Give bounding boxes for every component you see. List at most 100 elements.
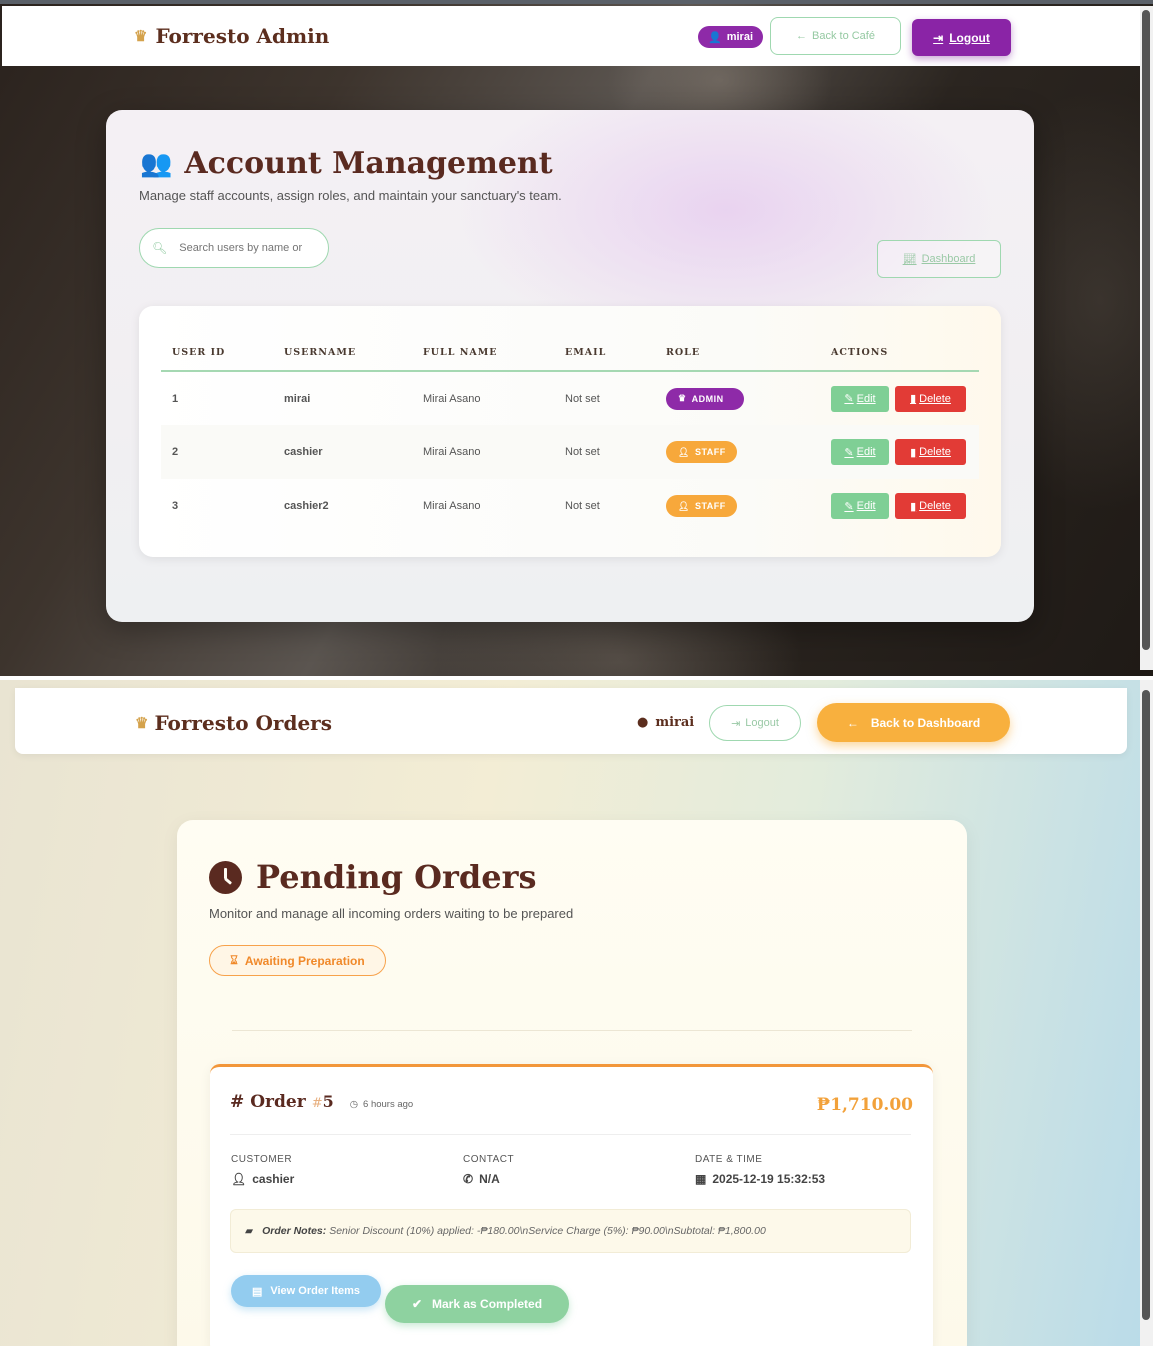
current-user-name: mirai (655, 715, 695, 730)
role-badge-staff: 👤︎ STAFF (666, 495, 737, 517)
role-badge-admin: ♛ ADMIN (666, 387, 744, 410)
col-role: ROLE (655, 334, 820, 372)
edit-icon: ✎ (844, 446, 854, 459)
table-header-row: USER ID USERNAME FULL NAME EMAIL ROLE AC… (161, 334, 979, 372)
order-header: # Order #5 ◷ 6 hours ago (230, 1092, 413, 1112)
orders-window: ♛ Forresto Orders ● mirai ⇥ Logout ← Bac… (0, 680, 1153, 1346)
role-label: ADMIN (691, 393, 724, 404)
cell-role: 👤︎ STAFF (655, 479, 820, 533)
user-icon: 👤︎ (678, 446, 690, 457)
brand-name: Forresto Admin (155, 24, 330, 48)
account-management-card: 👥 Account Management Manage staff accoun… (106, 110, 1034, 622)
order-age-label: 6 hours ago (363, 1099, 414, 1110)
datetime-label: DATE & TIME (695, 1154, 763, 1165)
edit-icon: ✎ (844, 500, 854, 513)
col-full-name: FULL NAME (412, 334, 554, 372)
logout-icon: ⇥ (933, 30, 944, 45)
scrollbar-thumb[interactable] (1142, 10, 1150, 650)
user-pill[interactable]: 👤 mirai (698, 26, 763, 48)
order-notes: ▰ Order Notes: Senior Discount (10%) app… (230, 1209, 911, 1253)
cell-full-name: Mirai Asano (412, 425, 554, 479)
clock-icon: ◷ (349, 1099, 359, 1110)
page-title-text: Pending Orders (256, 858, 537, 896)
order-number-value: 5 (322, 1092, 334, 1111)
chart-line-icon: 📈︎ (902, 253, 917, 266)
view-order-items-button[interactable]: ▤ View Order Items (231, 1275, 381, 1307)
users-table: USER ID USERNAME FULL NAME EMAIL ROLE AC… (161, 334, 979, 533)
order-number: #5 (311, 1092, 334, 1111)
admin-brand[interactable]: ♛ Forresto Admin (134, 24, 329, 48)
order-title: Order (250, 1092, 306, 1112)
edit-button[interactable]: ✎ Edit (831, 439, 889, 465)
order-total: ₱1,710.00 (816, 1095, 913, 1115)
mark-completed-button[interactable]: ✔ Mark as Completed (385, 1285, 569, 1323)
cell-username: cashier (273, 425, 412, 479)
delete-button[interactable]: ▮ Delete (895, 493, 966, 519)
order-notes-label: Order Notes: (262, 1225, 327, 1237)
hourglass-icon: ⌛︎ (230, 953, 238, 967)
edit-button[interactable]: ✎ Edit (831, 385, 889, 412)
delete-label: Delete (919, 500, 951, 512)
order-notes-text: Senior Discount (10%) applied: -₱180.00\… (329, 1225, 766, 1237)
delete-label: Delete (919, 392, 951, 405)
scrollbar-thumb[interactable] (1142, 690, 1150, 1320)
dashboard-label: Dashboard (921, 253, 976, 265)
trash-icon: ▮ (910, 393, 917, 405)
logout-button[interactable]: ⇥ Logout (709, 705, 801, 741)
users-table-container: USER ID USERNAME FULL NAME EMAIL ROLE AC… (139, 306, 1001, 557)
page-subtitle: Monitor and manage all incoming orders w… (209, 906, 574, 921)
back-to-dashboard-label: Back to Dashboard (870, 715, 981, 730)
admin-navbar: ♛ Forresto Admin 👤 mirai ← Back to Café … (2, 6, 1140, 66)
table-row: 2 cashier Mirai Asano Not set 👤︎ STAFF ✎… (161, 425, 979, 479)
user-search[interactable]: 🔍︎ (139, 228, 329, 268)
view-order-items-label: View Order Items (270, 1285, 361, 1297)
search-input[interactable] (179, 242, 320, 254)
user-circle-icon: ● (637, 715, 649, 730)
users-cog-icon: 👥 (140, 148, 173, 179)
user-pill-label: mirai (726, 31, 753, 43)
col-email: EMAIL (554, 334, 655, 372)
user-icon: 👤 (708, 31, 722, 44)
logout-label: Logout (745, 717, 779, 729)
cell-email: Not set (554, 425, 655, 479)
user-icon: 👤︎ (231, 1172, 247, 1186)
page-title-text: Account Management (184, 146, 553, 181)
cell-email: Not set (565, 500, 600, 512)
dashboard-button[interactable]: 📈︎ Dashboard (877, 240, 1001, 278)
role-badge-staff: 👤︎ STAFF (666, 441, 737, 463)
calendar-icon: ▦ (695, 1172, 707, 1186)
cell-actions: ✎ Edit ▮ Delete (820, 479, 979, 533)
note-icon: ▰ (245, 1225, 254, 1237)
cell-user-id: 2 (161, 425, 273, 479)
edit-label: Edit (856, 500, 876, 512)
cell-role: ♛ ADMIN (655, 371, 820, 425)
user-icon: 👤︎ (678, 500, 690, 511)
cell-full-name: Mirai Asano (423, 500, 481, 512)
crown-icon: ♛ (135, 715, 149, 732)
order-card: # Order #5 ◷ 6 hours ago ₱1,710.00 CUSTO… (210, 1064, 933, 1346)
customer-value: 👤︎ cashier (231, 1172, 294, 1186)
datetime-field: DATE & TIME ▦ 2025-12-19 15:32:53 (695, 1154, 825, 1186)
phone-icon: ✆ (463, 1172, 474, 1186)
delete-button[interactable]: ▮ Delete (895, 385, 966, 412)
mark-completed-label: Mark as Completed (432, 1297, 543, 1311)
current-user: ● mirai (637, 715, 694, 730)
table-row: 1 mirai Mirai Asano Not set ♛ ADMIN ✎ Edi… (161, 371, 979, 425)
window-top-border (0, 0, 1153, 4)
check-circle-icon: ✔ (411, 1297, 422, 1311)
edit-button[interactable]: ✎ Edit (831, 493, 889, 519)
logout-button[interactable]: ⇥ Logout (912, 19, 1011, 56)
status-badge: ⌛︎ Awaiting Preparation (209, 945, 386, 976)
cell-user-id: 3 (172, 500, 179, 512)
back-to-dashboard-button[interactable]: ← Back to Dashboard (817, 703, 1010, 742)
cell-username: cashier2 (284, 500, 329, 512)
cell-actions: ✎ Edit ▮ Delete (820, 425, 979, 479)
hash-icon: # (230, 1092, 245, 1112)
edit-icon: ✎ (844, 393, 854, 405)
back-to-cafe-button[interactable]: ← Back to Café (770, 17, 901, 55)
orders-brand[interactable]: ♛ Forresto Orders (135, 711, 332, 735)
crown-icon: ♛ (678, 393, 687, 403)
page-subtitle: Manage staff accounts, assign roles, and… (139, 188, 562, 203)
delete-button[interactable]: ▮ Delete (895, 439, 966, 465)
cell-email: Not set (565, 392, 600, 405)
